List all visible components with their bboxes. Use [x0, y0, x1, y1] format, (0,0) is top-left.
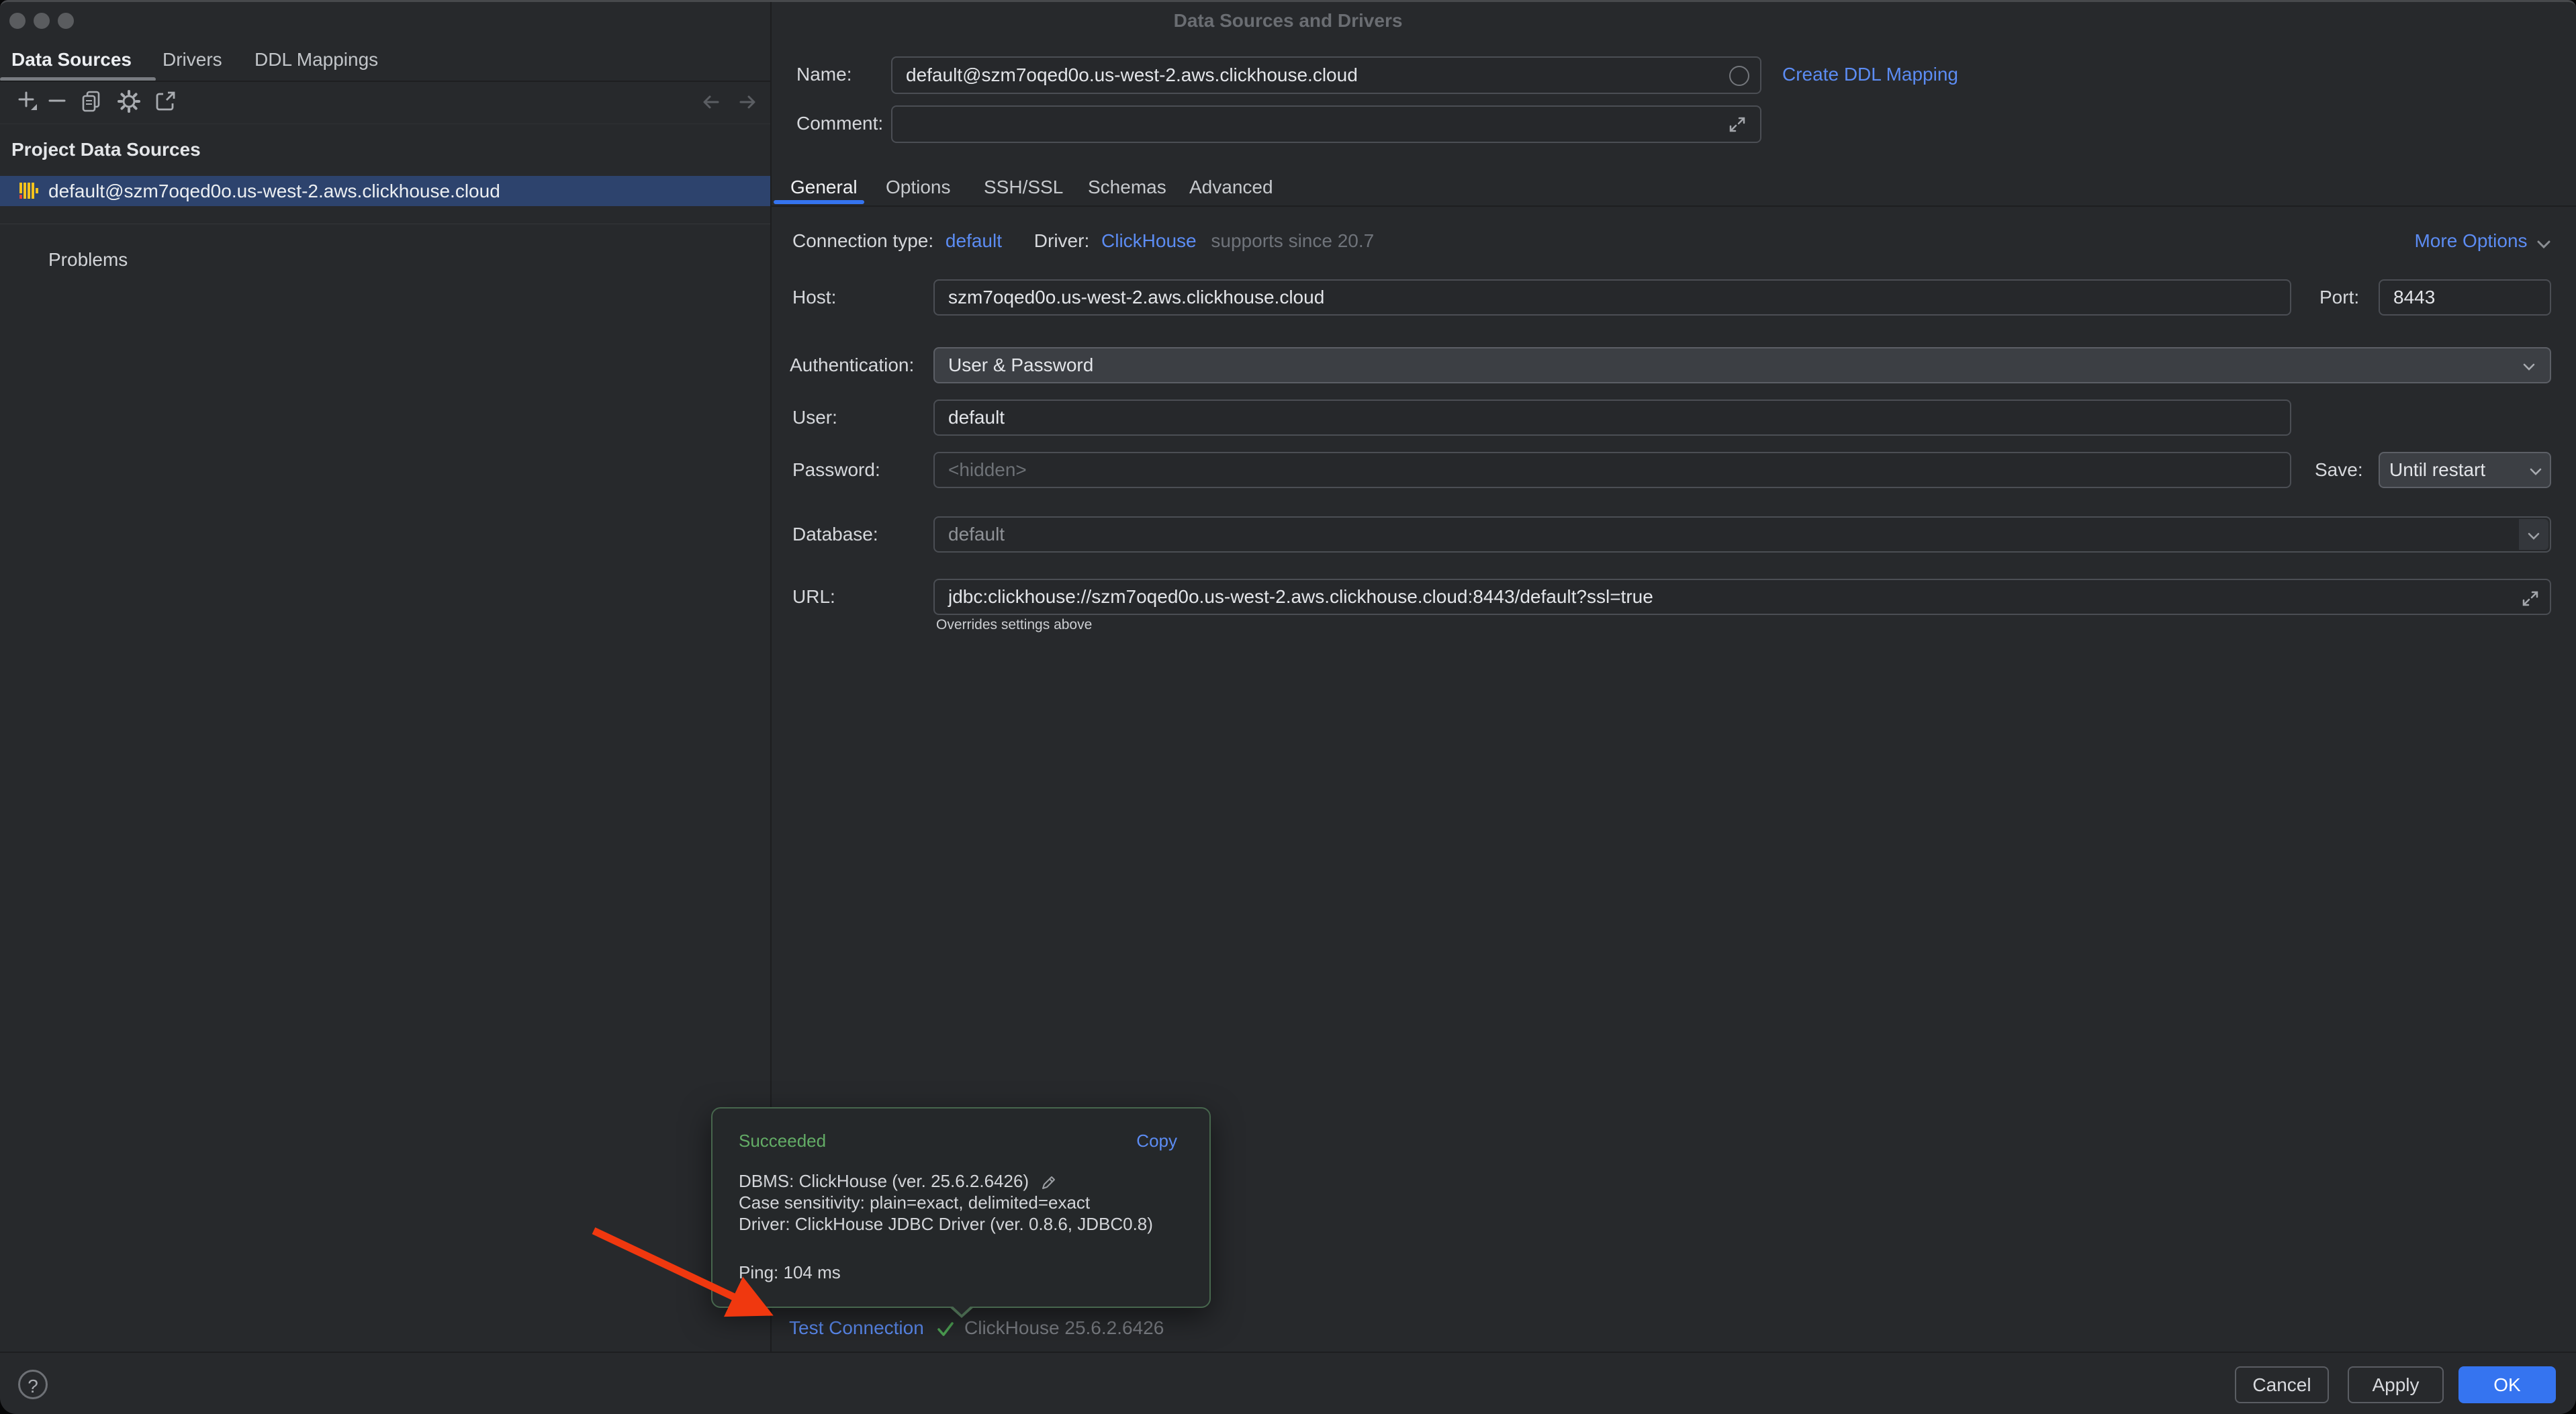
tab-drivers[interactable]: Drivers — [163, 46, 222, 73]
password-input[interactable] — [933, 452, 2291, 488]
chevron-down-icon — [2537, 240, 2550, 248]
database-value: default — [948, 524, 1005, 545]
comment-label: Comment: — [796, 110, 883, 137]
more-options-link[interactable]: More Options — [2414, 228, 2550, 258]
name-input[interactable] — [891, 56, 1761, 94]
popup-dbms-line: DBMS: ClickHouse (ver. 25.6.2.6426) — [739, 1170, 1056, 1192]
data-sources-dialog: Data Sources and Drivers Data Sources Dr… — [0, 0, 2576, 1414]
tab-data-sources[interactable]: Data Sources — [11, 46, 132, 73]
url-value: jdbc:clickhouse://szm7oqed0o.us-west-2.a… — [948, 586, 1653, 607]
problems-node[interactable]: Problems — [48, 246, 128, 273]
clickhouse-icon — [17, 180, 39, 201]
cancel-button[interactable]: Cancel — [2235, 1366, 2329, 1403]
popup-driver-line: Driver: ClickHouse JDBC Driver (ver. 0.8… — [739, 1213, 1153, 1235]
help-button[interactable]: ? — [18, 1370, 48, 1399]
database-dropdown-button[interactable] — [2519, 519, 2548, 550]
name-refresh-circle-icon — [1729, 66, 1749, 86]
popup-status: Succeeded — [739, 1131, 826, 1151]
create-ddl-mapping-link[interactable]: Create DDL Mapping — [1782, 61, 1958, 88]
tab-ssh-ssl[interactable]: SSH/SSL — [984, 175, 1063, 199]
comment-input[interactable] — [891, 105, 1761, 143]
connection-type-value[interactable]: default — [946, 230, 1002, 251]
duplicate-icon[interactable] — [79, 89, 103, 113]
port-label: Port: — [2319, 284, 2359, 311]
apply-button[interactable]: Apply — [2348, 1366, 2444, 1403]
chevron-down-icon — [2523, 363, 2535, 371]
list-item-label: default@szm7oqed0o.us-west-2.aws.clickho… — [48, 176, 500, 206]
copy-link[interactable]: Copy — [1136, 1131, 1177, 1151]
database-combobox[interactable]: default — [933, 516, 2551, 553]
settings-gear-icon[interactable] — [117, 89, 141, 113]
driver-label: Driver: — [1034, 230, 1089, 251]
more-options-label: More Options — [2414, 230, 2527, 251]
connection-status-text: ClickHouse 25.6.2.6426 — [964, 1317, 1164, 1339]
list-item-datasource[interactable]: default@szm7oqed0o.us-west-2.aws.clickho… — [0, 176, 771, 206]
authentication-value: User & Password — [948, 355, 1093, 376]
pencil-icon[interactable] — [1039, 1174, 1056, 1191]
host-input[interactable] — [933, 279, 2291, 316]
save-value: Until restart — [2389, 459, 2485, 481]
tab-options[interactable]: Options — [886, 175, 951, 199]
remove-icon[interactable] — [46, 89, 70, 113]
tab-schemas[interactable]: Schemas — [1088, 175, 1166, 199]
expand-icon[interactable] — [1727, 114, 1747, 134]
connection-type-label: Connection type: — [792, 230, 933, 251]
authentication-select[interactable]: User & Password — [933, 347, 2551, 383]
check-icon — [935, 1318, 956, 1339]
forward-icon[interactable] — [736, 91, 759, 113]
port-input[interactable] — [2379, 279, 2551, 316]
authentication-label: Authentication: — [790, 352, 914, 379]
url-note: Overrides settings above — [936, 617, 1092, 633]
driver-note: supports since 20.7 — [1211, 230, 1374, 251]
tab-advanced[interactable]: Advanced — [1189, 175, 1273, 199]
tab-general[interactable]: General — [790, 175, 858, 199]
expand-icon[interactable] — [2520, 588, 2540, 608]
database-label: Database: — [792, 521, 878, 548]
back-icon[interactable] — [700, 91, 723, 113]
name-label: Name: — [796, 61, 852, 88]
ok-button[interactable]: OK — [2458, 1366, 2556, 1403]
window-title: Data Sources and Drivers — [0, 10, 2576, 32]
url-label: URL: — [792, 583, 835, 610]
url-input[interactable]: jdbc:clickhouse://szm7oqed0o.us-west-2.a… — [933, 579, 2551, 615]
test-connection-link[interactable]: Test Connection — [789, 1317, 924, 1339]
password-label: Password: — [792, 457, 880, 483]
user-label: User: — [792, 404, 837, 431]
driver-value-link[interactable]: ClickHouse — [1101, 230, 1197, 251]
save-label: Save: — [2315, 457, 2363, 483]
save-select[interactable]: Until restart — [2379, 452, 2551, 488]
tab-ddl-mappings[interactable]: DDL Mappings — [255, 46, 378, 73]
section-title: Project Data Sources — [11, 139, 201, 160]
user-input[interactable] — [933, 399, 2291, 436]
open-ddl-in-editor-icon[interactable] — [153, 89, 177, 113]
annotation-arrow — [571, 1204, 799, 1338]
host-label: Host: — [792, 284, 836, 311]
tab-underline — [774, 200, 864, 204]
add-icon[interactable] — [16, 89, 40, 113]
chevron-down-icon — [2528, 532, 2540, 540]
chevron-down-icon — [2530, 468, 2542, 475]
